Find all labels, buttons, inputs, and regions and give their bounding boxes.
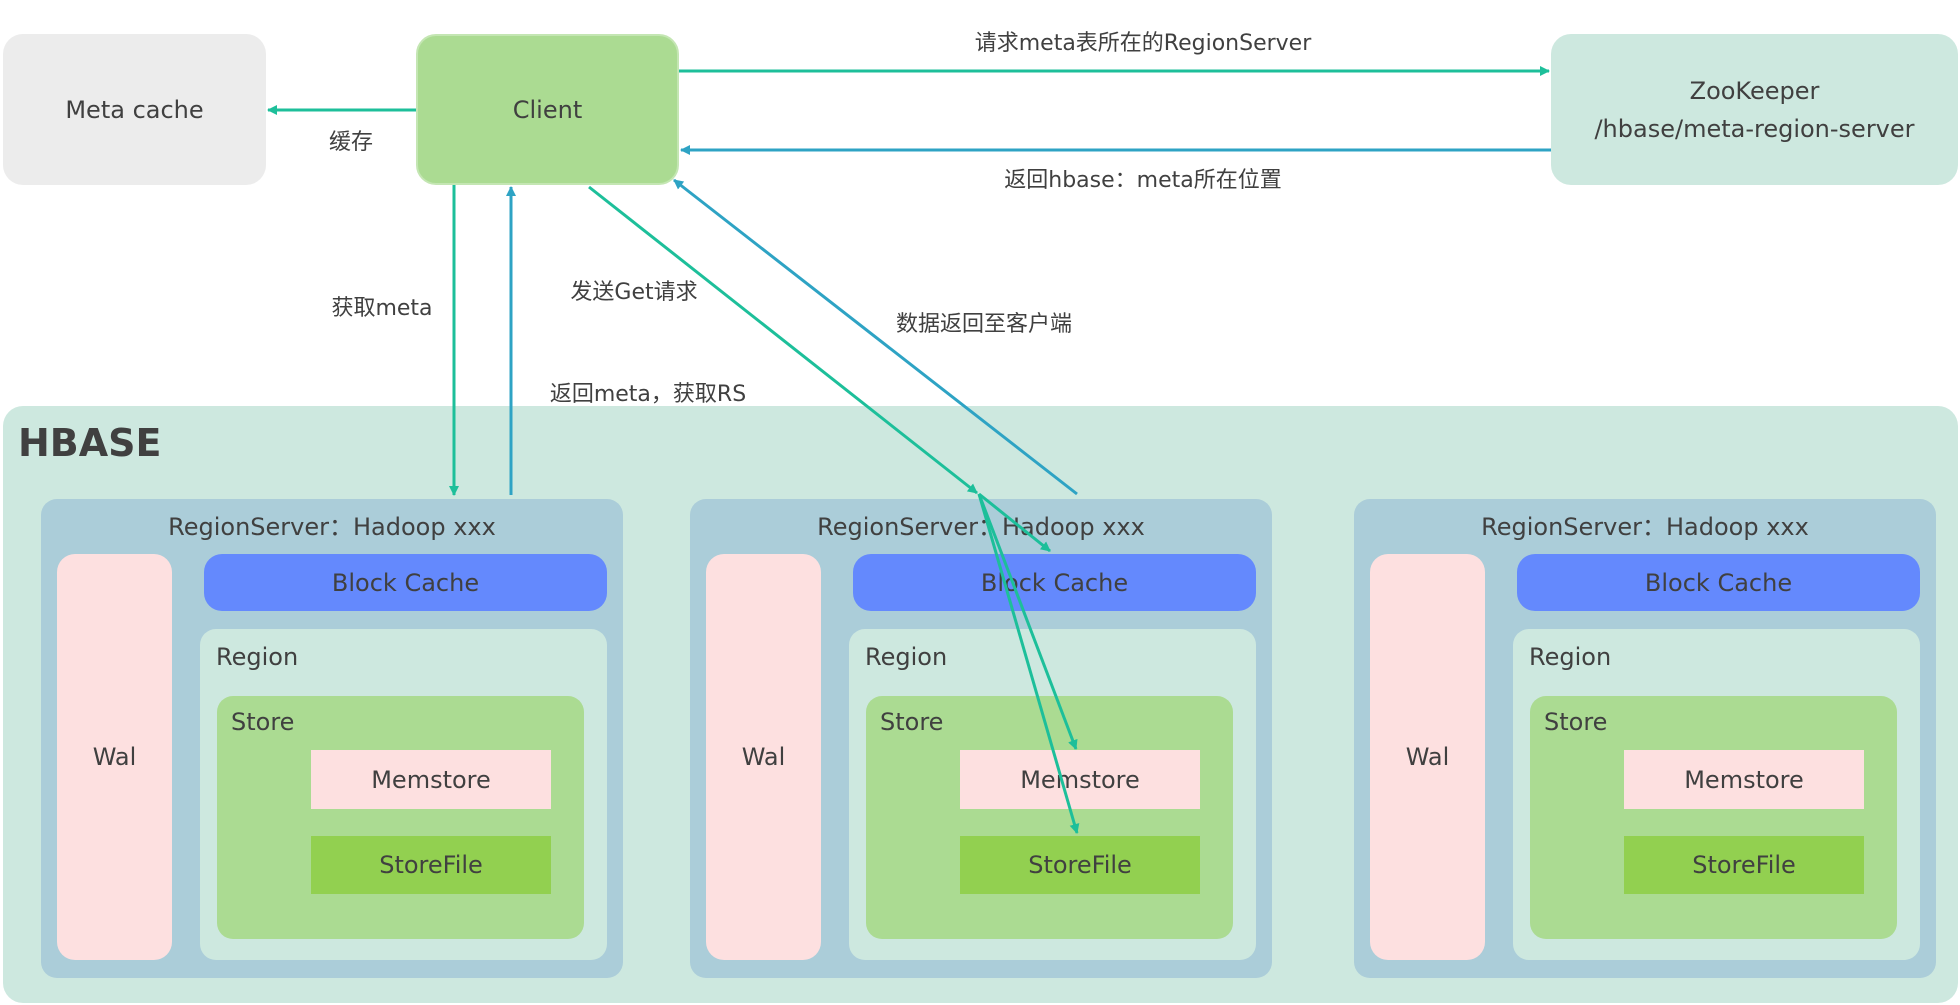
label-send-get: 发送Get请求 (570, 280, 698, 305)
arrow-to-storefile (977, 493, 1080, 834)
label-get-meta: 获取meta (331, 296, 433, 321)
label-return-meta-get-rs: 返回meta，获取RS (549, 382, 747, 407)
label-data-return: 数据返回至客户端 (895, 312, 1073, 337)
label-request-meta-rs: 请求meta表所在的RegionServer (974, 31, 1312, 56)
arrows-layer (267, 66, 1551, 834)
label-cache: 缓存 (328, 130, 374, 155)
arrow-send-get (588, 185, 978, 495)
label-return-meta-location: 返回hbase：meta所在位置 (1004, 168, 1282, 193)
